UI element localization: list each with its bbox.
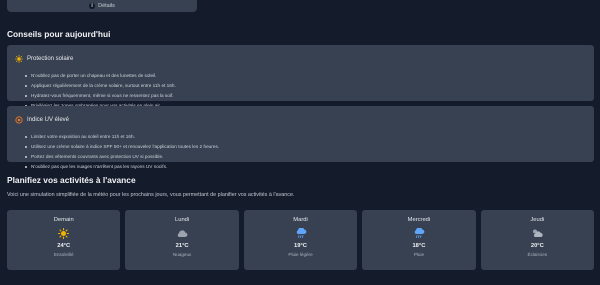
- tip-item: Limitez votre exposition au soleil entre…: [25, 132, 586, 142]
- forecast-condition: Nuageux: [172, 252, 192, 257]
- tips-section-title: Conseils pour aujourd'hui: [7, 29, 111, 39]
- forecast-temp: 19°C: [294, 243, 307, 249]
- forecast-condition: Éclaircies: [527, 252, 548, 257]
- uv-warning-icon: [15, 111, 23, 129]
- sun-icon: [58, 227, 70, 239]
- forecast-temp: 20°C: [530, 243, 544, 249]
- tip-item: N'oubliez pas de porter un chapeau et de…: [25, 71, 586, 81]
- forecast-card-jeudi: Jeudi 20°C Éclaircies: [480, 210, 595, 270]
- forecast-day: Demain: [53, 217, 74, 223]
- tip-item: Hydratez-vous fréquemment, même si vous …: [25, 91, 586, 101]
- details-label: Détails: [98, 3, 115, 9]
- forecast-condition: Pluie: [413, 252, 425, 257]
- forecast-card-lundi: Lundi 21°C Nuageux: [125, 210, 239, 270]
- info-icon: i: [89, 3, 96, 9]
- forecast-card-demain: Demain 24°C Ensoleillé: [7, 210, 121, 270]
- tip-card-uv-index: Indice UV élevé Limitez votre exposition…: [7, 106, 594, 169]
- cloud-icon: [176, 228, 188, 238]
- tip-item: Utilisez une crème solaire à indice SPF …: [25, 142, 586, 152]
- forecast-temp: 24°C: [57, 243, 71, 249]
- forecast-condition: Ensoleillé: [53, 252, 74, 257]
- rain-cloud-icon: [295, 227, 307, 238]
- forecast-temp: 18°C: [412, 243, 426, 249]
- plan-section-title: Planifiez vos activités à l'avance: [7, 175, 136, 185]
- forecast-condition: Pluie légère: [288, 252, 313, 257]
- rain-cloud-icon: [413, 227, 425, 238]
- tip-card-sun-protection: Protection solaire N'oubliez pas de port…: [7, 45, 594, 108]
- tip-list: N'oubliez pas de porter un chapeau et de…: [25, 71, 586, 111]
- forecast-temp: 21°C: [175, 243, 189, 249]
- tip-card-title: Protection solaire: [27, 56, 74, 62]
- sun-icon: [15, 50, 23, 68]
- tip-card-title: Indice UV élevé: [27, 117, 70, 123]
- forecast-day: Mardi: [293, 217, 308, 223]
- cloud-sun-icon: [531, 228, 543, 238]
- forecast-day: Lundi: [175, 217, 190, 223]
- tip-item: Appliquez régulièrement de la crème sola…: [25, 81, 586, 91]
- tip-list: Limitez votre exposition au soleil entre…: [25, 132, 586, 172]
- forecast-row: Demain 24°C Ensoleillé Lundi 21°C Nuageu…: [7, 210, 595, 270]
- forecast-card-mardi: Mardi 19°C Pluie légère: [243, 210, 358, 270]
- forecast-day: Jeudi: [530, 217, 545, 223]
- forecast-day: Mercredi: [407, 217, 431, 223]
- tip-item: Portez des vêtements couvrants avec prot…: [25, 152, 586, 162]
- plan-section-subtitle: Voici une simulation simplifiée de la mé…: [7, 192, 295, 198]
- details-button[interactable]: i Détails: [7, 0, 197, 12]
- tip-item: N'oubliez pas que les nuages n'arrêtent …: [25, 162, 586, 172]
- forecast-card-mercredi: Mercredi 18°C Pluie: [362, 210, 476, 270]
